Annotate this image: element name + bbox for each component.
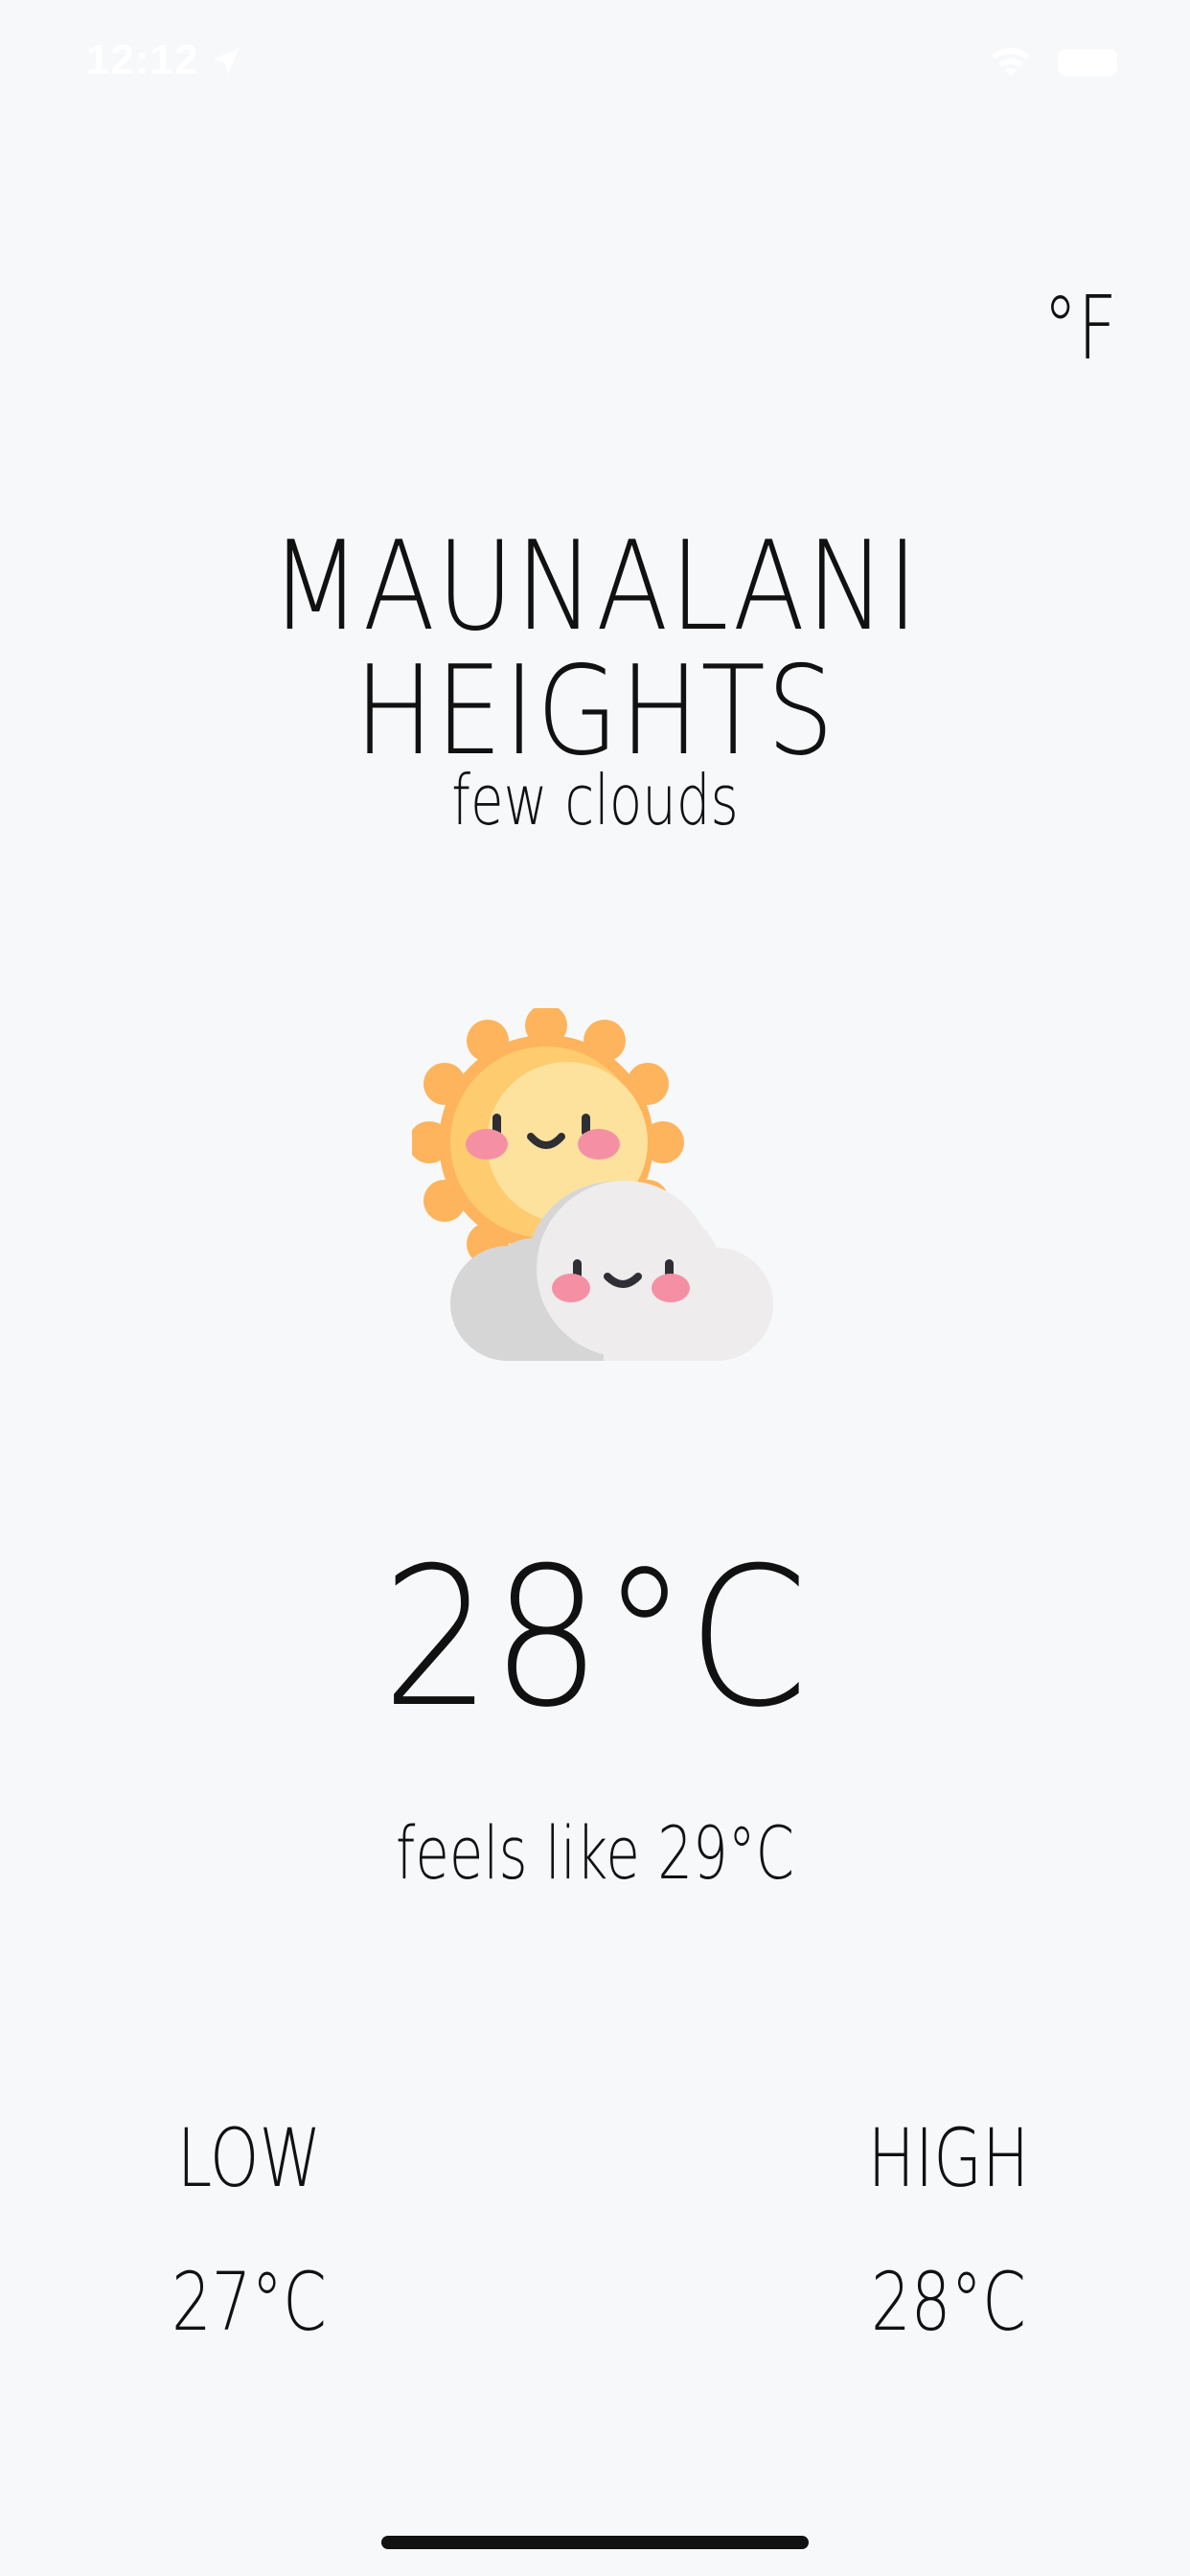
low-temperature: LOW 27°C	[137, 2110, 361, 2350]
status-time: 12:12	[86, 36, 199, 83]
high-temperature: HIGH 28°C	[836, 2110, 1061, 2350]
feels-like: feels like 29°C	[395, 1810, 795, 1896]
sun-behind-cloud-icon	[412, 1008, 773, 1361]
battery-icon	[1058, 49, 1117, 76]
high-label: HIGH	[867, 2111, 1030, 2205]
low-value: 27°C	[172, 2255, 327, 2349]
high-value: 28°C	[871, 2255, 1026, 2349]
current-temperature: 28°C	[381, 1527, 809, 1750]
unit-toggle-button[interactable]: °F	[1043, 276, 1117, 381]
weather-condition: few clouds	[451, 760, 739, 840]
wifi-icon	[992, 48, 1030, 77]
city-name: MAUNALANI HEIGHTS	[270, 516, 920, 783]
location-arrow-icon	[213, 48, 240, 75]
low-label: LOW	[176, 2111, 322, 2205]
home-indicator[interactable]	[381, 2536, 809, 2549]
